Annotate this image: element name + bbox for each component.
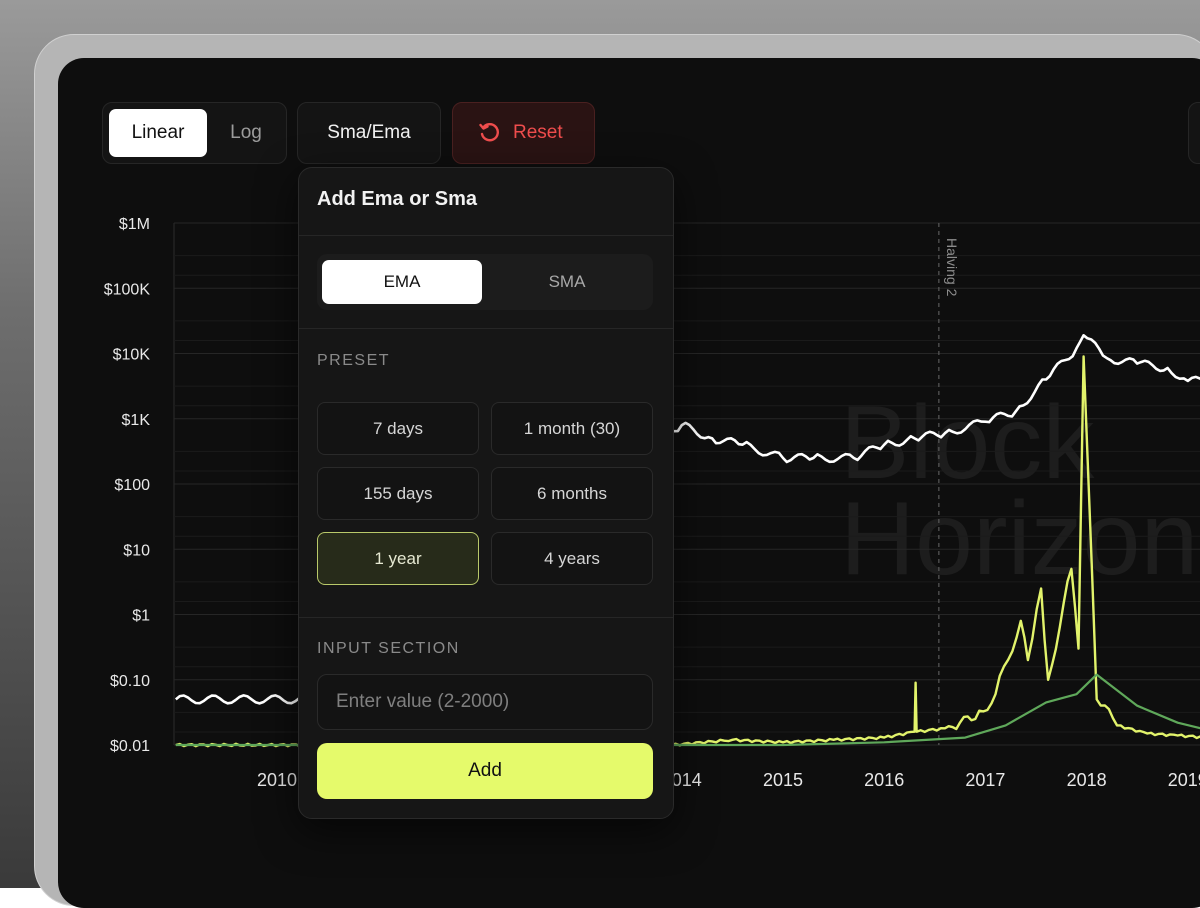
preset-label: PRESET [317, 352, 391, 369]
halving-label: Halving 2 [944, 238, 960, 297]
x-tick-label: 2019 [1168, 770, 1200, 790]
divider [299, 328, 673, 329]
y-tick-label: $100K [104, 281, 151, 298]
log-scale-button[interactable]: Log [211, 109, 281, 157]
scale-toggle: Linear Log [102, 102, 287, 164]
period-input[interactable] [317, 674, 653, 730]
reset-icon [479, 123, 499, 142]
y-tick-label: $100 [114, 477, 150, 494]
y-tick-label: $1 [132, 608, 150, 625]
ma-type-tabs: EMA SMA [317, 254, 653, 310]
y-tick-label: $10 [123, 542, 150, 559]
preset-7-days[interactable]: 7 days [317, 402, 479, 455]
preset-155-days[interactable]: 155 days [317, 467, 479, 520]
x-tick-label: 2010 [257, 770, 297, 790]
divider [299, 617, 673, 618]
y-tick-label: $0.01 [110, 738, 150, 755]
preset-1-month[interactable]: 1 month (30) [491, 402, 653, 455]
tab-ema[interactable]: EMA [322, 260, 482, 304]
tab-sma[interactable]: SMA [487, 260, 647, 304]
reset-label: Reset [513, 122, 563, 143]
preset-6-months[interactable]: 6 months [491, 467, 653, 520]
y-tick-label: $0.10 [110, 673, 150, 690]
divider [299, 235, 673, 236]
linear-scale-button[interactable]: Linear [109, 109, 207, 157]
y-tick-label: $1M [119, 216, 150, 233]
watermark-line-2: Horizon [840, 481, 1198, 597]
reset-button[interactable]: Reset [452, 102, 595, 164]
y-tick-label: $1K [122, 412, 151, 429]
y-tick-label: $10K [113, 347, 151, 364]
preset-4-years[interactable]: 4 years [491, 532, 653, 585]
add-ma-panel: Add Ema or Sma EMA SMA PRESET 7 days 1 m… [298, 167, 674, 819]
add-button[interactable]: Add [317, 743, 653, 799]
sma-ema-button[interactable]: Sma/Ema [297, 102, 441, 164]
panel-title: Add Ema or Sma [317, 188, 478, 210]
x-tick-label: 2017 [965, 770, 1005, 790]
toolbar-right-control[interactable] [1188, 102, 1200, 164]
x-tick-label: 2016 [864, 770, 904, 790]
x-tick-label: 2018 [1067, 770, 1107, 790]
input-section-label: INPUT SECTION [317, 640, 460, 657]
preset-1-year[interactable]: 1 year [317, 532, 479, 585]
x-tick-label: 2015 [763, 770, 803, 790]
